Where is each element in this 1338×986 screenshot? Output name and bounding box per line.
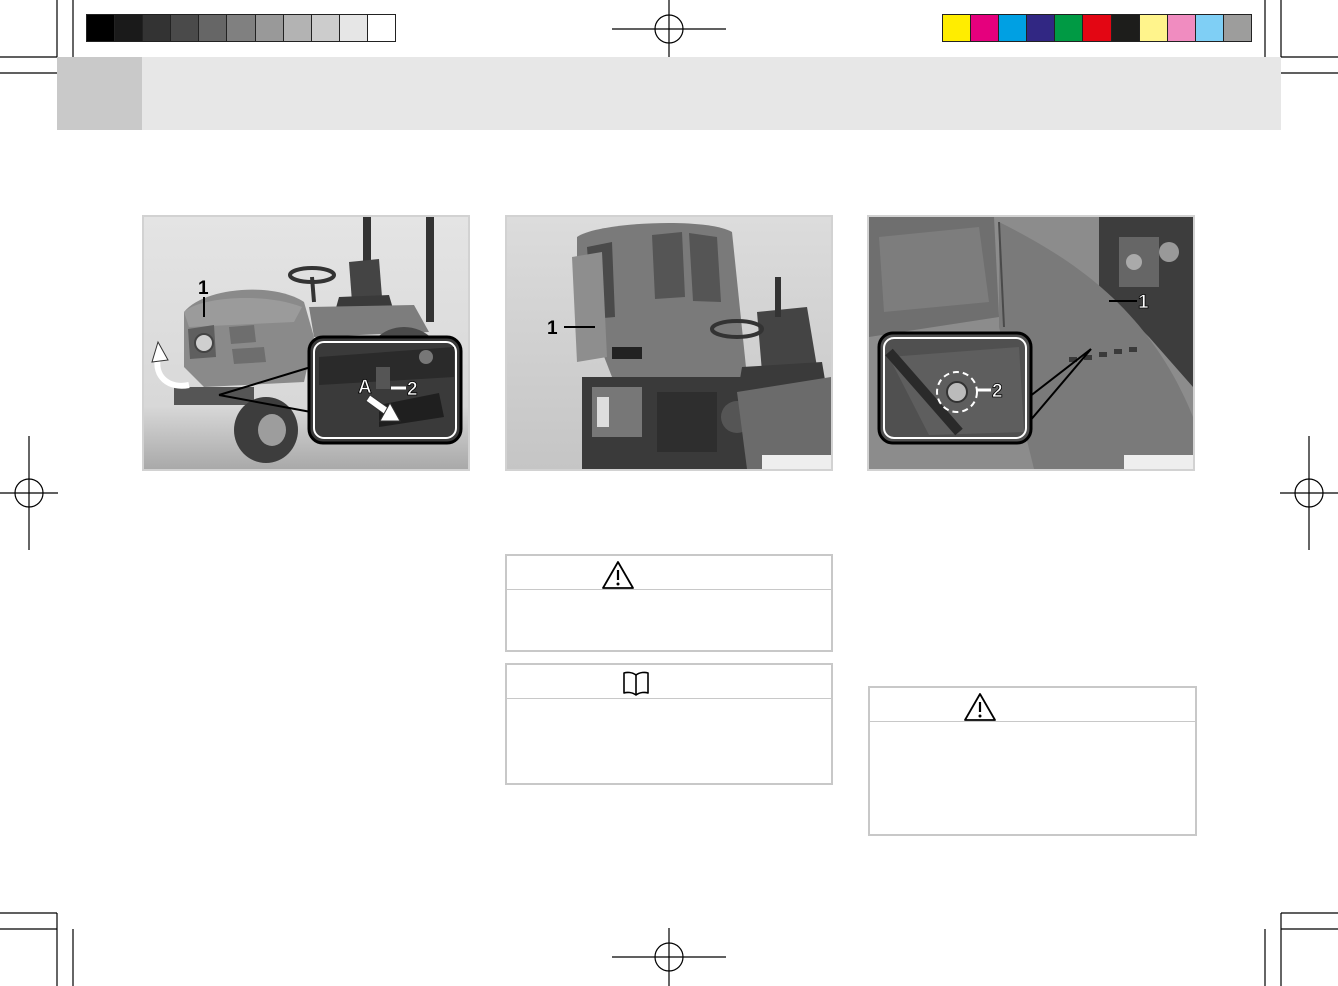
color-swatch [1139, 15, 1168, 41]
color-swatch [1223, 15, 1252, 41]
page-header-bar [57, 57, 1281, 130]
color-swatch [943, 15, 972, 41]
grayscale-swatch [87, 15, 116, 41]
page-header-tab [57, 57, 142, 130]
grayscale-swatch [171, 15, 200, 41]
note-box-header [507, 665, 831, 699]
figure3-callout-1: 1 [1138, 292, 1149, 313]
registration-mark-bottom [612, 928, 726, 986]
grayscale-swatch [115, 15, 144, 41]
warning-box-1 [505, 554, 833, 652]
color-swatch [1195, 15, 1224, 41]
color-swatch [1167, 15, 1196, 41]
figure-hood-raised: 1 [505, 215, 833, 471]
warning-box-1-header [507, 556, 831, 590]
grayscale-swatch [143, 15, 172, 41]
grayscale-swatch [255, 15, 284, 41]
grayscale-swatch [199, 15, 228, 41]
registration-mark-left [0, 436, 58, 550]
grayscale-swatch [367, 15, 396, 41]
grayscale-calibration-bar [86, 14, 396, 42]
figure-tractor-hood-release: 1 A 2 [142, 215, 470, 471]
crop-marks [0, 0, 1338, 986]
warning-box-2-header [870, 688, 1195, 722]
figure1-callout-1: 1 [198, 278, 209, 299]
figure-side-panel-screw: 1 2 [867, 215, 1195, 471]
warning-triangle-icon [964, 693, 996, 721]
figure2-callout-1: 1 [547, 318, 558, 339]
book-icon [623, 671, 649, 696]
color-swatch [1055, 15, 1084, 41]
figure1-callout-a: A [358, 377, 372, 398]
color-calibration-bar [942, 14, 1252, 42]
warning-box-2 [868, 686, 1197, 836]
color-swatch [1111, 15, 1140, 41]
warning-triangle-icon [602, 561, 634, 589]
color-swatch [971, 15, 1000, 41]
figure3-callout-2: 2 [992, 381, 1003, 402]
grayscale-swatch [283, 15, 312, 41]
color-swatch [999, 15, 1028, 41]
figure1-callout-2: 2 [407, 379, 418, 400]
grayscale-swatch [339, 15, 368, 41]
registration-mark-right [1280, 436, 1338, 550]
registration-mark-top [612, 0, 726, 58]
grayscale-swatch [311, 15, 340, 41]
color-swatch [1027, 15, 1056, 41]
grayscale-swatch [227, 15, 256, 41]
note-box [505, 663, 833, 785]
color-swatch [1083, 15, 1112, 41]
